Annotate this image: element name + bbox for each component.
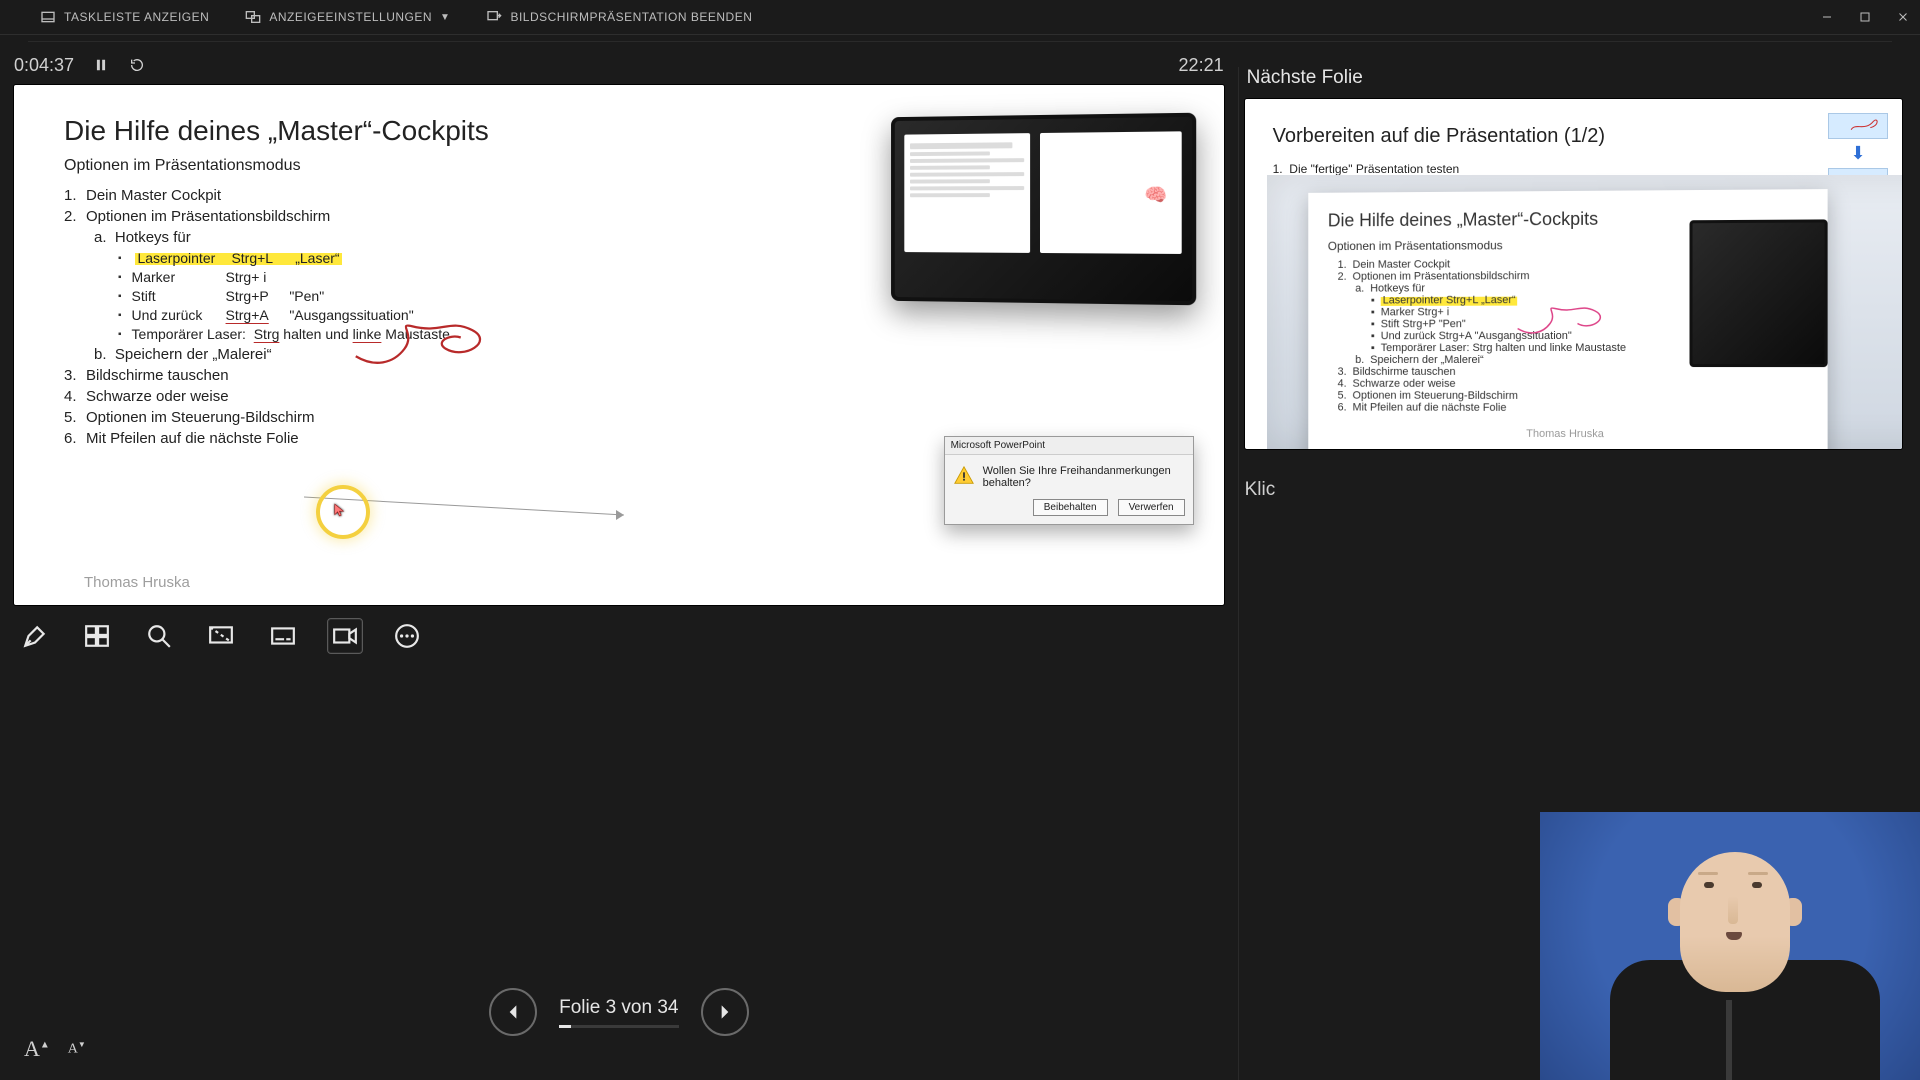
pen-annotation-scribble — [342, 315, 512, 375]
down-arrow-icon: ⬇ — [1828, 143, 1888, 164]
show-taskbar-button[interactable]: TASKLEISTE ANZEIGEN — [10, 9, 227, 25]
next-slide-preview[interactable]: Vorbereiten auf die Präsentation (1/2) 1… — [1245, 99, 1902, 449]
next-slide-title: Vorbereiten auf die Präsentation (1/2) — [1273, 125, 1874, 148]
exit-presentation-icon — [486, 9, 502, 25]
slide-navigator: Folie 3 von 34 — [14, 988, 1224, 1062]
notes-heading-truncated: Klic — [1245, 479, 1902, 501]
current-slide[interactable]: Die Hilfe deines „Master“-Cockpits Optio… — [14, 85, 1224, 605]
camera-toggle-button[interactable] — [328, 619, 362, 653]
increase-font-button[interactable]: A▲ — [24, 1036, 50, 1062]
see-all-slides-button[interactable] — [80, 619, 114, 653]
decrease-font-button[interactable]: A▼ — [68, 1040, 86, 1066]
slide-progress-bar — [559, 1025, 679, 1028]
slide-footer-author: Thomas Hruska — [84, 574, 190, 591]
previous-slide-button[interactable] — [489, 988, 537, 1036]
show-taskbar-label: TASKLEISTE ANZEIGEN — [64, 10, 209, 24]
maximize-icon[interactable] — [1858, 10, 1872, 24]
chevron-down-icon: ▼ — [440, 12, 450, 23]
embedded-monitor-photo: Die Hilfe deines „Master“-Cockpits Optio… — [1267, 175, 1902, 449]
minimize-icon[interactable] — [1820, 10, 1834, 24]
ink-annotations-dialog: Microsoft PowerPoint Wollen Sie Ihre Fre… — [944, 436, 1194, 525]
taskbar-icon — [40, 9, 56, 25]
slide-counter-label: Folie 3 von 34 — [559, 997, 678, 1019]
next-slide-button[interactable] — [701, 988, 749, 1036]
cursor-icon — [333, 503, 347, 517]
dialog-title: Microsoft PowerPoint — [945, 437, 1193, 455]
close-icon[interactable] — [1896, 10, 1910, 24]
presenter-toolbar — [14, 605, 1224, 667]
dialog-discard-button[interactable]: Verwerfen — [1118, 499, 1185, 516]
subtitle-toggle-button[interactable] — [266, 619, 300, 653]
presenter-view-screenshot: 🧠 — [891, 113, 1196, 306]
black-screen-button[interactable] — [204, 619, 238, 653]
end-slideshow-button[interactable]: BILDSCHIRMPRÄSENTATION BEENDEN — [468, 9, 770, 25]
clock-time: 22:21 — [1179, 55, 1224, 76]
pen-tool-button[interactable] — [18, 619, 52, 653]
top-menu-bar: TASKLEISTE ANZEIGEN ANZEIGEEINSTELLUNGEN… — [0, 0, 1920, 35]
display-settings-button[interactable]: ANZEIGEEINSTELLUNGEN ▼ — [227, 9, 468, 25]
pause-button[interactable] — [92, 56, 110, 74]
notes-font-size-controls: A▲ A▼ — [24, 1036, 86, 1062]
end-slideshow-label: BILDSCHIRMPRÄSENTATION BEENDEN — [510, 10, 752, 24]
display-settings-label: ANZEIGEEINSTELLUNGEN — [269, 10, 432, 24]
dialog-keep-button[interactable]: Beibehalten — [1033, 499, 1108, 516]
more-options-button[interactable] — [390, 619, 424, 653]
zoom-slide-button[interactable] — [142, 619, 176, 653]
display-settings-icon — [245, 9, 261, 25]
dialog-message: Wollen Sie Ihre Freihandanmerkungen beha… — [983, 465, 1185, 489]
warning-icon — [953, 465, 975, 487]
restart-timer-button[interactable] — [128, 56, 146, 74]
elapsed-time: 0:04:37 — [14, 55, 74, 76]
timer-row: 0:04:37 22:21 — [14, 45, 1224, 85]
brain-icon: 🧠 — [1144, 185, 1167, 206]
presenter-webcam-feed[interactable] — [1540, 812, 1920, 1080]
next-slide-heading: Nächste Folie — [1247, 67, 1902, 89]
